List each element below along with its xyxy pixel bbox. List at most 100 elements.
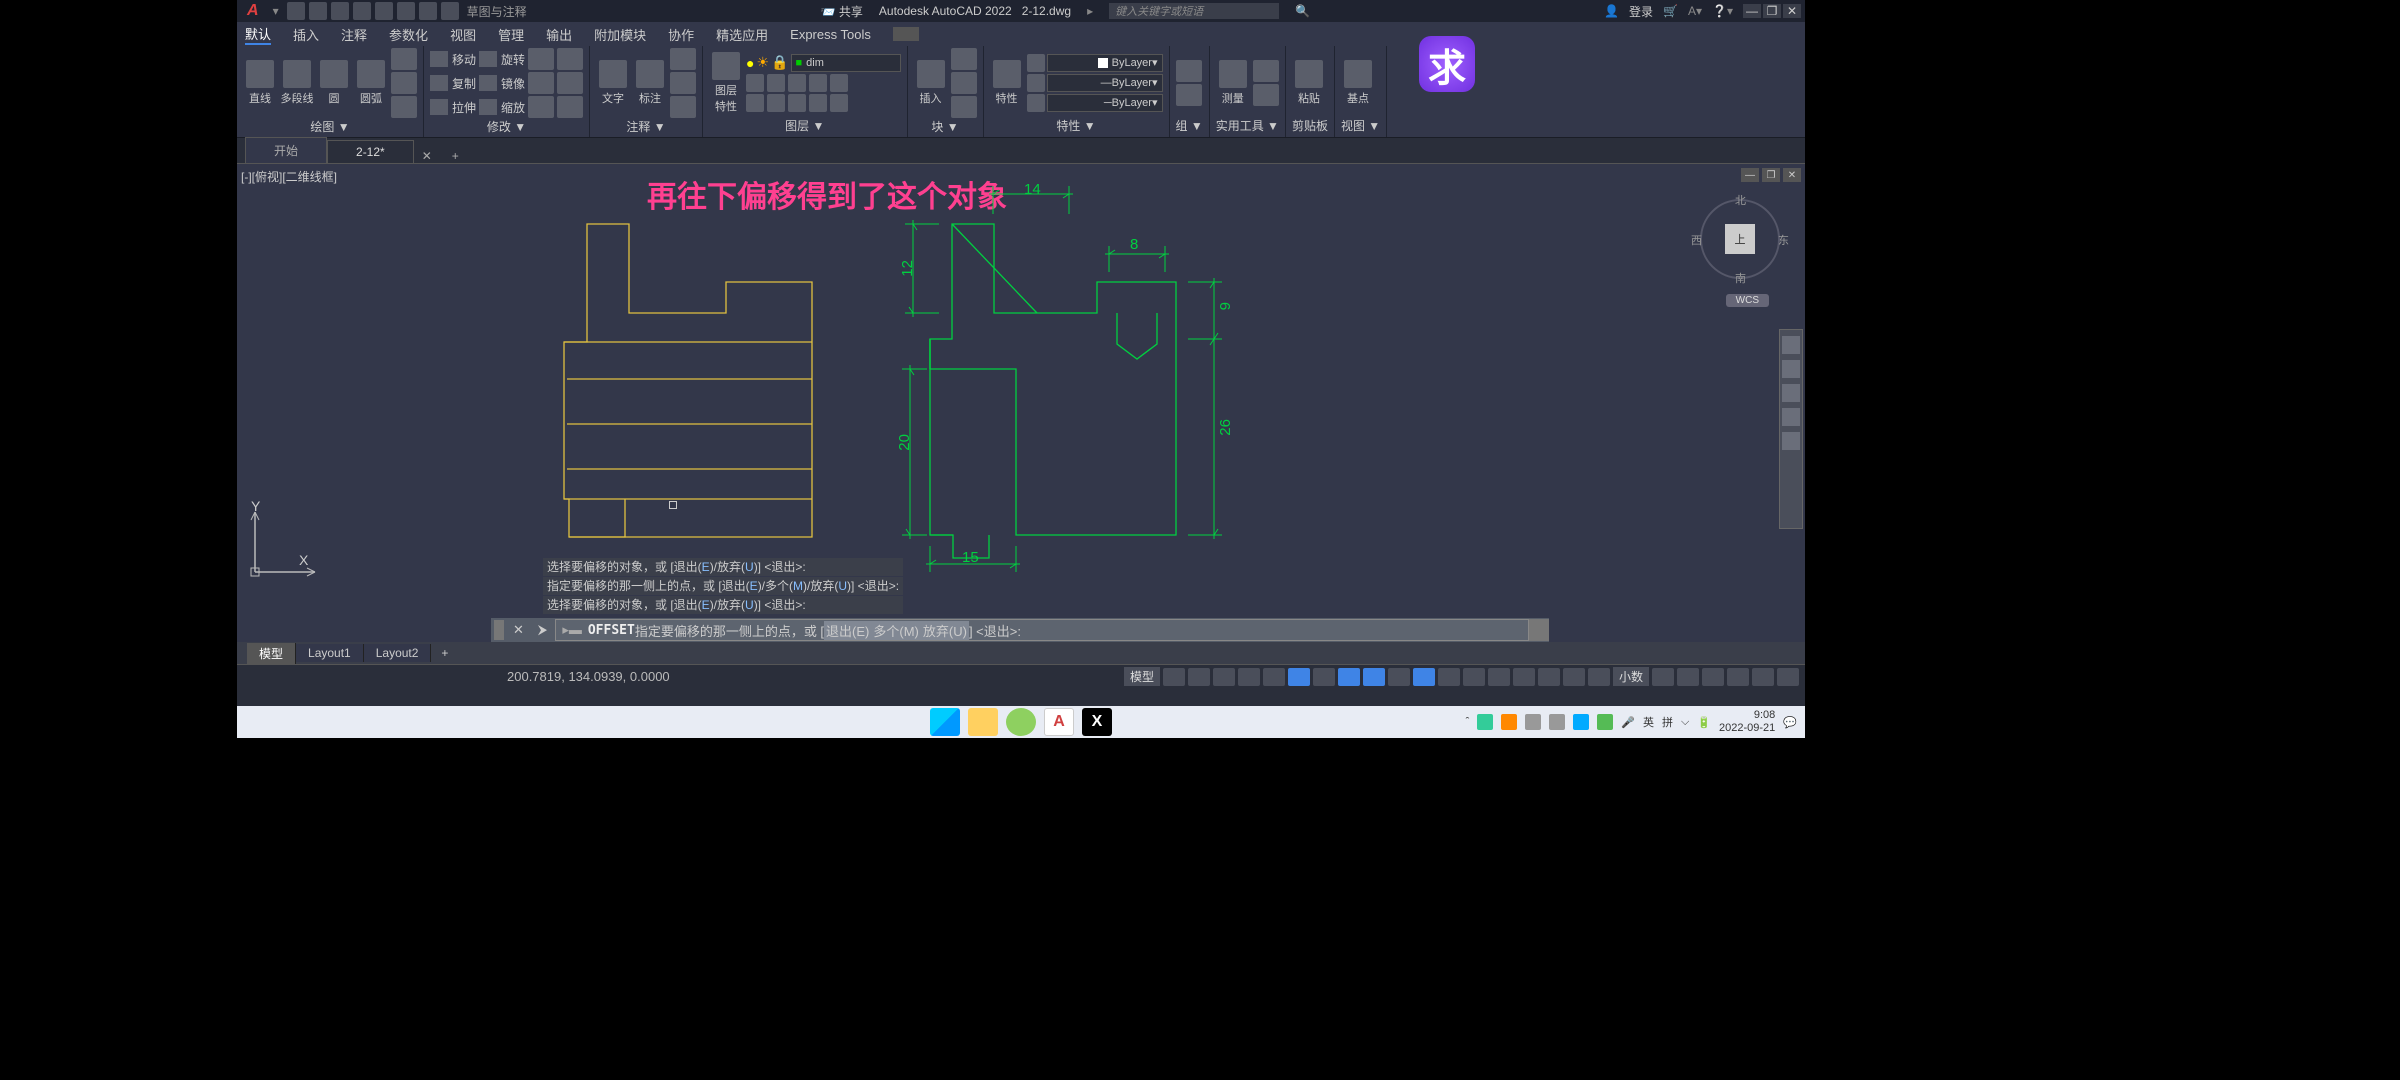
group-tool[interactable] (1176, 60, 1202, 82)
layer-match[interactable] (830, 74, 848, 92)
minimize-button[interactable]: — (1743, 4, 1761, 18)
lineweight-dropdown[interactable]: — ByLayer ▾ (1047, 74, 1163, 92)
cmdline-dropdown[interactable] (1529, 619, 1549, 641)
tab-insert[interactable]: 插入 (293, 25, 319, 44)
tray-icon-2[interactable] (1501, 714, 1517, 730)
viewcube-north[interactable]: 北 (1735, 192, 1746, 208)
linetype-dropdown[interactable]: ─ ByLayer ▾ (1047, 94, 1163, 112)
paste-tool[interactable]: 粘贴 (1292, 60, 1326, 106)
polar-toggle[interactable] (1288, 668, 1310, 686)
tab-overflow[interactable] (893, 27, 919, 41)
close-button[interactable]: ✕ (1783, 4, 1801, 18)
cmdline-recent[interactable]: ⮞ (530, 622, 555, 638)
search-icon[interactable]: 🔍 (1295, 4, 1310, 18)
tab-annotate[interactable]: 注释 (341, 25, 367, 44)
new-icon[interactable] (287, 2, 305, 20)
polyline-tool[interactable]: 多段线 (280, 60, 314, 106)
edit-block[interactable] (951, 72, 977, 94)
tray-icon-1[interactable] (1477, 714, 1493, 730)
panel-util-label[interactable]: 实用工具 ▼ (1216, 117, 1279, 135)
wifi-icon[interactable]: ⌵ (1681, 716, 1689, 729)
viewcube-top[interactable]: 上 (1725, 224, 1755, 254)
search-input[interactable]: 键入关键字或短语 (1109, 3, 1279, 19)
redo-icon[interactable] (441, 2, 459, 20)
units-display[interactable]: 小数 (1613, 667, 1649, 686)
plot-icon[interactable] (397, 2, 415, 20)
otrack-toggle[interactable] (1338, 668, 1360, 686)
undo-icon[interactable] (419, 2, 437, 20)
autoscale-toggle[interactable] (1588, 668, 1610, 686)
sfilter-toggle[interactable] (1513, 668, 1535, 686)
trim-tool[interactable] (528, 48, 554, 70)
start-button[interactable] (930, 708, 960, 736)
help-icon[interactable]: ❔▾ (1712, 4, 1733, 18)
lt-icon[interactable] (1027, 94, 1045, 112)
ortho-toggle[interactable] (1263, 668, 1285, 686)
login-button[interactable]: 登录 (1629, 3, 1653, 20)
vp-maximize[interactable]: ❐ (1762, 168, 1780, 182)
pan-icon[interactable] (1782, 360, 1800, 378)
app-menu-dropdown[interactable]: ▾ (273, 4, 279, 18)
wcs-badge[interactable]: WCS (1726, 294, 1769, 307)
cleanscreen[interactable] (1752, 668, 1774, 686)
array-tool[interactable] (528, 96, 554, 118)
tab-output[interactable]: 输出 (546, 25, 572, 44)
cmd-opt-multiple[interactable]: 多个(M) (871, 621, 921, 640)
tab-addins[interactable]: 附加模块 (594, 25, 646, 44)
anno-vis-toggle[interactable] (1563, 668, 1585, 686)
snap-toggle[interactable] (1188, 668, 1210, 686)
customize-status[interactable] (1777, 668, 1799, 686)
layer-b5[interactable] (830, 94, 848, 112)
circle-tool[interactable]: 圆 (317, 60, 351, 106)
lw-icon[interactable] (1027, 74, 1045, 92)
cmd-opt-undo[interactable]: 放弃(U) (921, 621, 969, 640)
panel-draw-label[interactable]: 绘图 ▼ (243, 118, 417, 135)
tab-express[interactable]: Express Tools (790, 27, 871, 42)
isodraft[interactable] (1313, 668, 1335, 686)
autodesk-app-icon[interactable]: A▾ (1688, 4, 1702, 18)
annot-misc[interactable] (670, 96, 696, 118)
vp-close[interactable]: ✕ (1783, 168, 1801, 182)
layer-b2[interactable] (767, 94, 785, 112)
viewcube-east[interactable]: 东 (1778, 232, 1789, 248)
quickprops[interactable] (1652, 668, 1674, 686)
select-tool[interactable] (1253, 84, 1279, 106)
ungroup-tool[interactable] (1176, 84, 1202, 106)
panel-view-label[interactable]: 视图 ▼ (1341, 117, 1380, 135)
notifications-icon[interactable]: 💬 (1783, 716, 1797, 729)
layout-add[interactable]: + (431, 646, 458, 660)
showmorion-icon[interactable] (1782, 432, 1800, 450)
browser-icon[interactable] (1006, 708, 1036, 736)
basepoint-tool[interactable]: 基点 (1341, 60, 1375, 106)
osnap-toggle[interactable] (1363, 668, 1385, 686)
explode-tool[interactable] (557, 72, 583, 94)
dynucs-toggle[interactable] (1488, 668, 1510, 686)
layer-b1[interactable] (746, 94, 764, 112)
ime-mode[interactable]: 拼 (1662, 714, 1673, 730)
tab-parametric[interactable]: 参数化 (389, 25, 428, 44)
drawing-canvas[interactable]: [-][俯视][二维线框] — ❐ ✕ 再往下偏移得到了这个对象 (237, 164, 1805, 642)
cmdline-close[interactable]: ✕ (507, 622, 530, 638)
rotate-tool[interactable]: 旋转 (479, 48, 525, 70)
boundary-tool[interactable] (391, 96, 417, 118)
layer-properties-tool[interactable]: 图层 特性 (709, 52, 743, 114)
fillet-tool[interactable] (528, 72, 554, 94)
cmdline-input[interactable]: ▸▬ OFFSET 指定要偏移的那一侧上的点，或 [ 退出(E) 多个(M) 放… (555, 619, 1529, 641)
panel-block-label[interactable]: 块 ▼ (914, 118, 977, 135)
panel-group-label[interactable]: 组 ▼ (1176, 117, 1203, 135)
insert-block-tool[interactable]: 插入 (914, 60, 948, 106)
autocad-taskbar-icon[interactable]: A (1044, 708, 1074, 736)
iso-obj[interactable] (1702, 668, 1724, 686)
layout-1[interactable]: Layout1 (296, 644, 364, 662)
cmdline-handle[interactable] (494, 620, 504, 640)
tab-view[interactable]: 视图 (450, 25, 476, 44)
workspace-label[interactable]: 草图与注释 (467, 3, 527, 20)
layout-model[interactable]: 模型 (247, 643, 296, 664)
scale-tool[interactable]: 缩放 (479, 96, 525, 118)
viewcube-west[interactable]: 西 (1691, 232, 1702, 248)
match-icon[interactable] (1027, 54, 1045, 72)
battery-icon[interactable]: 🔋 (1697, 716, 1711, 729)
layer-iso[interactable] (809, 74, 827, 92)
stretch-tool[interactable]: 拉伸 (430, 96, 476, 118)
viewcube-south[interactable]: 南 (1735, 270, 1746, 286)
